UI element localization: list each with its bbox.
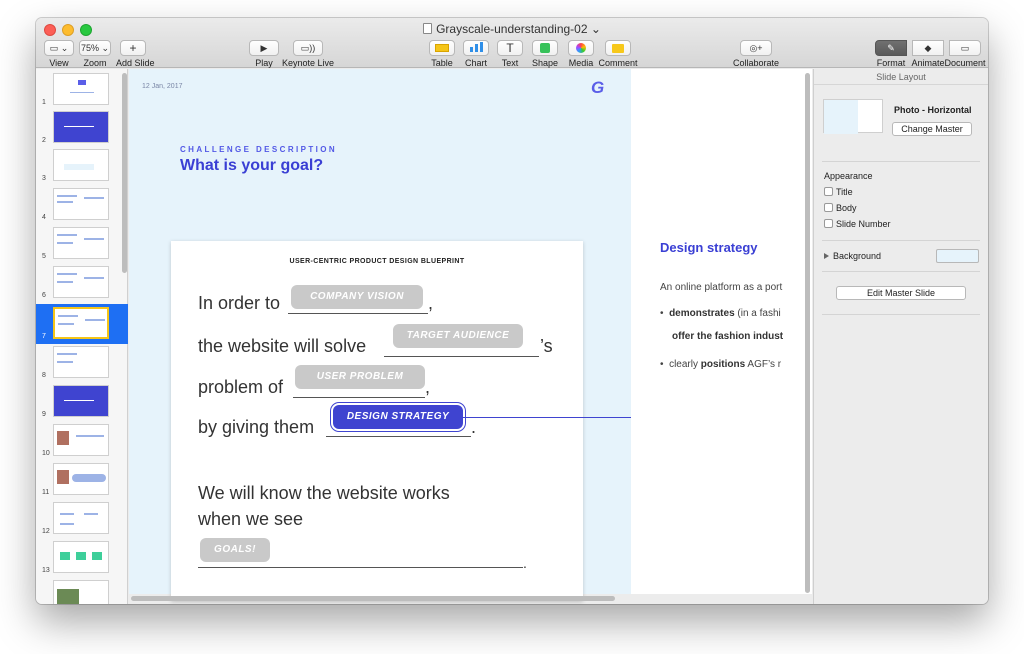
change-master-button[interactable]: Change Master bbox=[892, 122, 972, 136]
slide-thumbnail[interactable] bbox=[53, 188, 109, 220]
slide-thumbnail[interactable] bbox=[53, 385, 109, 417]
canvas-vertical-scrollbar[interactable] bbox=[805, 73, 810, 593]
toolbar: Grayscale-understanding-02 ⌄ ▭ ⌄ View 75… bbox=[36, 18, 988, 68]
slide-number-checkbox[interactable]: Slide Number bbox=[824, 219, 891, 229]
disclosure-triangle-icon bbox=[824, 253, 829, 259]
connector-line bbox=[463, 417, 648, 418]
zoom-button[interactable]: 75% ⌄ Zoom bbox=[78, 40, 112, 68]
media-icon bbox=[576, 43, 586, 53]
design-strategy-text[interactable]: An online platform as a port bbox=[660, 282, 782, 293]
design-strategy-bullet[interactable]: • clearly positions AGF’s r bbox=[660, 359, 781, 370]
media-button[interactable]: Media bbox=[564, 40, 598, 68]
divider bbox=[822, 271, 980, 272]
blank-underline bbox=[198, 567, 523, 568]
checkbox-icon bbox=[824, 219, 833, 228]
inspector-panel: Slide Layout Photo - Horizontal Change M… bbox=[813, 69, 988, 604]
canvas-horizontal-scrollbar[interactable] bbox=[131, 596, 615, 601]
body-checkbox[interactable]: Body bbox=[824, 203, 857, 213]
chip-user-problem[interactable]: USER PROBLEM bbox=[295, 365, 425, 389]
design-strategy-bullet-cont[interactable]: offer the fashion indust bbox=[672, 331, 783, 342]
slide-navigator[interactable]: 1 2 3 4 5 6 7 8 9 10 11 12 13 bbox=[36, 69, 128, 604]
background-disclosure[interactable]: Background bbox=[824, 251, 881, 261]
master-thumbnail[interactable] bbox=[823, 99, 883, 134]
slide-thumbnail[interactable] bbox=[53, 73, 109, 105]
play-button[interactable]: ▶ Play bbox=[246, 40, 282, 68]
comment-icon bbox=[612, 44, 624, 53]
blank-underline bbox=[288, 313, 428, 314]
slide-thumbnail[interactable] bbox=[53, 346, 109, 378]
collaborate-button[interactable]: ◎+ Collaborate bbox=[732, 40, 780, 68]
shape-icon bbox=[540, 43, 550, 53]
animate-icon: ◆ bbox=[924, 43, 932, 53]
slide[interactable]: 12 Jan, 2017 G CHALLENGE DESCRIPTION Wha… bbox=[129, 69, 651, 601]
document-panel-icon: ▭ bbox=[960, 43, 970, 53]
closing-line-2: when we see bbox=[198, 509, 304, 529]
view-button[interactable]: ▭ ⌄ View bbox=[42, 40, 76, 68]
text-button[interactable]: T Text bbox=[494, 40, 526, 68]
sentence-line-1: In order to bbox=[198, 293, 281, 313]
design-strategy-bullet[interactable]: • demonstrates (in a fashi bbox=[660, 308, 781, 319]
slide-thumbnail[interactable] bbox=[53, 580, 109, 604]
format-button[interactable]: ✎ Format bbox=[874, 40, 908, 68]
blueprint-card[interactable]: USER-CENTRIC PRODUCT DESIGN BLUEPRINT In… bbox=[171, 241, 583, 601]
closing-line-1: We will know the website works bbox=[198, 483, 450, 503]
window-title[interactable]: Grayscale-understanding-02 ⌄ bbox=[36, 22, 988, 36]
keynote-live-button[interactable]: ▭)) Keynote Live bbox=[282, 40, 334, 68]
blank-underline bbox=[293, 397, 425, 398]
chip-goals[interactable]: GOALS! bbox=[200, 538, 270, 562]
chip-company-vision[interactable]: COMPANY VISION bbox=[291, 285, 423, 309]
design-strategy-title[interactable]: Design strategy bbox=[660, 240, 758, 255]
slide-thumbnail[interactable] bbox=[53, 463, 109, 495]
sentence-line-2: the website will solve bbox=[198, 336, 367, 356]
document-button[interactable]: ▭ Document bbox=[944, 40, 986, 68]
table-button[interactable]: Table bbox=[426, 40, 458, 68]
chart-button[interactable]: Chart bbox=[460, 40, 492, 68]
document-icon bbox=[423, 23, 433, 34]
slide-eyebrow[interactable]: CHALLENGE DESCRIPTION bbox=[180, 145, 337, 154]
slide-thumbnail[interactable] bbox=[53, 424, 109, 456]
slide-thumbnail[interactable] bbox=[53, 502, 109, 534]
divider bbox=[822, 240, 980, 241]
paintbrush-icon: ✎ bbox=[887, 43, 895, 53]
table-icon bbox=[435, 44, 449, 52]
slide-canvas[interactable]: 12 Jan, 2017 G CHALLENGE DESCRIPTION Wha… bbox=[129, 69, 812, 604]
grayscale-logo: G bbox=[591, 78, 605, 97]
divider bbox=[822, 161, 980, 162]
edit-master-slide-button[interactable]: Edit Master Slide bbox=[836, 286, 966, 300]
title-checkbox[interactable]: Title bbox=[824, 187, 853, 197]
slide-thumbnail[interactable] bbox=[53, 541, 109, 573]
checkbox-icon bbox=[824, 203, 833, 212]
card-title: USER-CENTRIC PRODUCT DESIGN BLUEPRINT bbox=[289, 258, 465, 265]
chart-icon bbox=[469, 47, 473, 52]
divider bbox=[822, 314, 980, 315]
slide-heading[interactable]: What is your goal? bbox=[180, 157, 323, 175]
inspector-header: Slide Layout bbox=[814, 69, 988, 85]
collaborate-icon: ◎+ bbox=[749, 43, 763, 53]
text-icon: T bbox=[497, 40, 523, 56]
blank-underline bbox=[326, 436, 471, 437]
slide-thumbnail[interactable] bbox=[53, 227, 109, 259]
background-color-well[interactable] bbox=[936, 249, 979, 263]
checkbox-icon bbox=[824, 187, 833, 196]
slide-date: 12 Jan, 2017 bbox=[142, 83, 183, 90]
blank-underline bbox=[384, 356, 539, 357]
comment-button[interactable]: Comment bbox=[598, 40, 638, 68]
slide-thumbnail[interactable] bbox=[53, 149, 109, 181]
shape-button[interactable]: Shape bbox=[528, 40, 562, 68]
navigator-scrollbar[interactable] bbox=[122, 73, 127, 273]
slide-thumbnail-selected[interactable] bbox=[53, 307, 109, 339]
chip-target-audience[interactable]: TARGET AUDIENCE bbox=[393, 324, 523, 348]
master-name: Photo - Horizontal bbox=[894, 105, 972, 115]
animate-button[interactable]: ◆ Animate bbox=[908, 40, 948, 68]
slide-thumbnail[interactable] bbox=[53, 266, 109, 298]
appearance-label: Appearance bbox=[824, 171, 873, 181]
sentence-line-3: problem of bbox=[198, 377, 284, 397]
slide-thumbnail[interactable] bbox=[53, 111, 109, 143]
chip-design-strategy[interactable]: DESIGN STRATEGY bbox=[333, 405, 463, 429]
sentence-line-4: by giving them bbox=[198, 417, 315, 437]
add-slide-button[interactable]: + Add Slide bbox=[116, 40, 155, 68]
keynote-window: Grayscale-understanding-02 ⌄ ▭ ⌄ View 75… bbox=[36, 18, 988, 604]
